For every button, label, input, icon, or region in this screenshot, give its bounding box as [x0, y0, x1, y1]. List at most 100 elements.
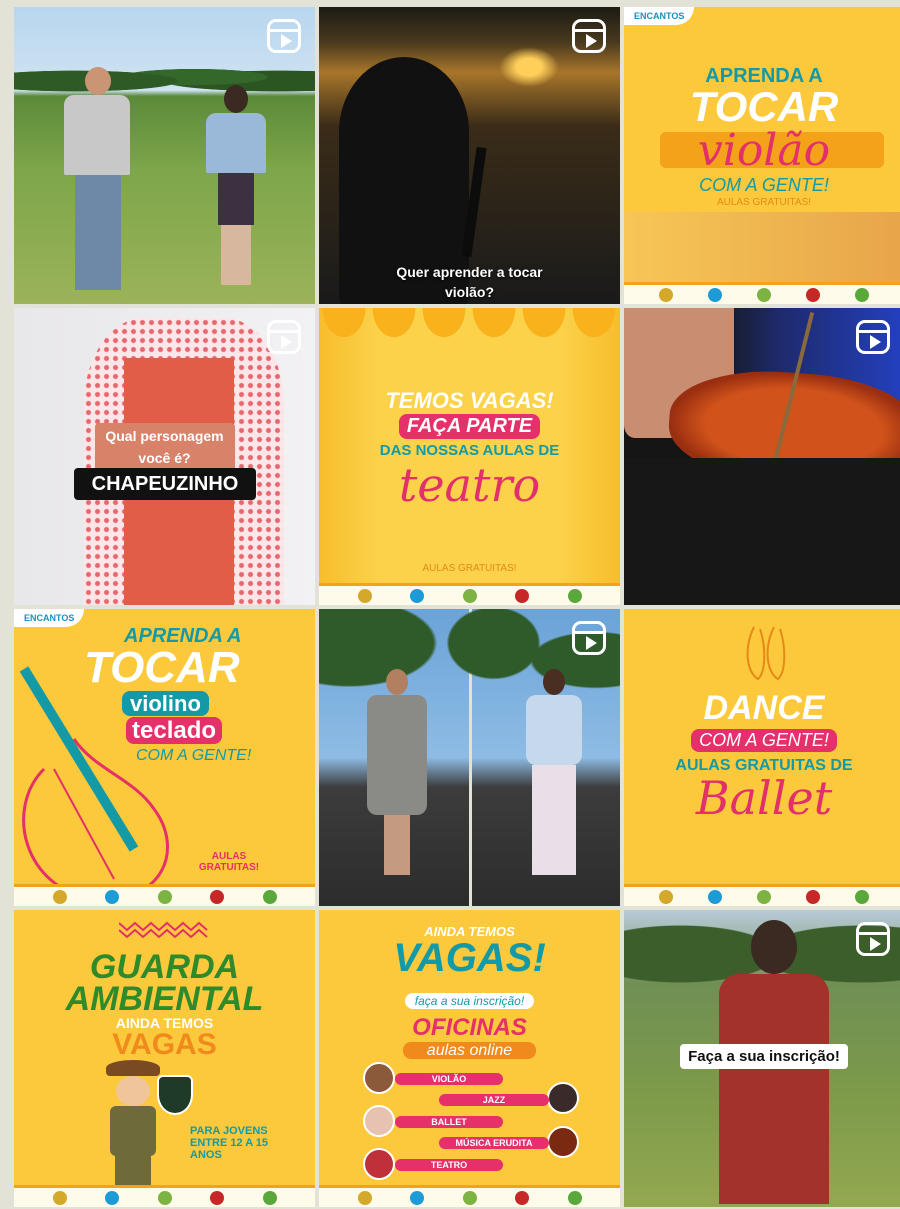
- sponsor-logo: [357, 1190, 372, 1205]
- sponsor-logo: [567, 588, 582, 603]
- reel-tile-sunset-guitar[interactable]: Quer aprender a tocar violão?: [319, 7, 620, 304]
- teatro-photo: [363, 1148, 395, 1180]
- sponsor-logo: [262, 889, 277, 904]
- reel-icon: [267, 19, 301, 53]
- sponsor-logo: [462, 1190, 477, 1205]
- sponsor-logo: [855, 287, 869, 302]
- city-crest-logo: [515, 588, 529, 603]
- reel-tile-violin-player[interactable]: [624, 308, 900, 605]
- city-crest-logo: [210, 1190, 224, 1205]
- ballet-photo: [363, 1105, 395, 1137]
- curtain-top: [319, 308, 620, 342]
- subtitle: COM A GENTE!: [699, 175, 829, 195]
- reel-tile-chapeuzinho[interactable]: Qual personagem você é? CHAPEUZINHO: [14, 308, 315, 605]
- oficina-musica-erudita: MÚSICA ERUDITA: [439, 1137, 549, 1149]
- city-crest-logo: [210, 889, 224, 904]
- boy: [367, 669, 427, 899]
- headline-pill: COM A GENTE!: [624, 729, 900, 752]
- engie-logo: [410, 1190, 424, 1205]
- sponsor-strip: [319, 1185, 620, 1207]
- vagas-title: VAGAS!: [393, 936, 546, 980]
- city-crest-logo: [806, 889, 820, 904]
- sponsor-logo: [52, 889, 67, 904]
- musica-erudita-photo: [547, 1126, 579, 1158]
- post-tile-violao[interactable]: ENCANTOS APRENDA A TOCAR violão COM A GE…: [624, 7, 900, 304]
- person-man: [64, 67, 132, 297]
- sponsor-strip: [319, 583, 620, 605]
- person-woman: [206, 85, 266, 297]
- aulas-online-pill: aulas online: [319, 1042, 620, 1060]
- sponsor-logo: [357, 588, 372, 603]
- reel-icon: [856, 922, 890, 956]
- script-ballet: Ballet: [695, 771, 833, 825]
- post-tile-ballet[interactable]: DANCE COM A GENTE! AULAS GRATUITAS DE Ba…: [624, 609, 900, 906]
- sponsor-strip: [624, 884, 900, 906]
- note: AULAS GRATUITAS!: [422, 563, 517, 574]
- oficina-teatro: TEATRO: [395, 1159, 503, 1171]
- player-shirt: [624, 458, 900, 605]
- ballet-shoes-icon: [746, 626, 786, 681]
- subtitle: COM A GENTE!: [136, 747, 252, 764]
- sun-reflection: [499, 47, 559, 87]
- city-crest-logo: [806, 287, 820, 302]
- title-script: violão: [697, 125, 831, 176]
- reel-tile-inscricao[interactable]: Faça a sua inscrição!: [624, 910, 900, 1207]
- post-tile-violino-teclado[interactable]: ENCANTOS APRENDA A TOCAR violino teclado…: [14, 609, 315, 906]
- sponsor-logo: [262, 1190, 277, 1205]
- sponsor-logo: [157, 1190, 172, 1205]
- sub-headline: DAS NOSSAS AULAS DE: [379, 442, 560, 459]
- zigzag-ornament: [119, 921, 208, 938]
- guard-badge-icon: [157, 1075, 193, 1115]
- engie-logo: [410, 588, 424, 603]
- city-crest-logo: [515, 1190, 529, 1205]
- caption: Faça a sua inscrição!: [624, 1044, 900, 1069]
- sponsor-strip: [14, 1185, 315, 1207]
- caption: Quer aprender a tocar violão?: [396, 264, 543, 300]
- reel-icon: [267, 320, 301, 354]
- oficina-violao: VIOLÃO: [395, 1073, 503, 1085]
- sponsor-logo: [757, 287, 771, 302]
- headline: DANCE: [703, 689, 825, 727]
- reel-icon: [572, 621, 606, 655]
- note: AULAS GRATUITAS!: [198, 851, 260, 873]
- post-tile-teatro[interactable]: TEMOS VAGAS! FAÇA PARTE DAS NOSSAS AULAS…: [319, 308, 620, 605]
- note: AULAS GRATUITAS!: [716, 197, 812, 208]
- oficinas-title: OFICINAS: [412, 1014, 527, 1041]
- encantos-logo: ENCANTOS: [14, 609, 85, 627]
- post-tile-oficinas[interactable]: AINDA TEMOS VAGAS! faça a sua inscrição!…: [319, 910, 620, 1207]
- title-ambiental: AMBIENTAL: [65, 980, 264, 1018]
- guitar-image: [624, 212, 900, 282]
- engie-logo: [708, 889, 722, 904]
- vagas: VAGAS: [112, 1028, 217, 1061]
- sponsor-logo: [757, 889, 771, 904]
- reel-tile-park-couple[interactable]: [14, 7, 315, 304]
- age-note: PARA JOVENS ENTRE 12 A 15 ANOS: [190, 1125, 269, 1161]
- reel-tile-kids-street[interactable]: [319, 609, 620, 906]
- oficina-jazz: JAZZ: [439, 1094, 549, 1106]
- headline-pill: FAÇA PARTE: [319, 414, 620, 439]
- sponsor-logo: [567, 1190, 582, 1205]
- question-caption: Qual personagem você é?: [14, 423, 315, 471]
- script-teatro: teatro: [398, 458, 541, 512]
- sponsor-logo: [659, 889, 673, 904]
- sponsor-logo: [462, 588, 477, 603]
- guard-illustration: [106, 1060, 160, 1190]
- post-tile-guarda-ambiental[interactable]: GUARDA AMBIENTAL AINDA TEMOS VAGAS PARA …: [14, 910, 315, 1207]
- reels-grid: Quer aprender a tocar violão? ENCANTOS A…: [14, 7, 900, 1209]
- sponsor-logo: [157, 889, 172, 904]
- reel-icon: [856, 320, 890, 354]
- encantos-logo: ENCANTOS: [624, 7, 695, 25]
- sponsor-strip: [14, 884, 315, 906]
- sponsor-logo: [855, 889, 869, 904]
- headline: TEMOS VAGAS!: [385, 388, 554, 413]
- pill-violino: violino: [122, 691, 209, 717]
- trees: [14, 57, 315, 97]
- engie-logo: [105, 889, 119, 904]
- title-line2: TOCAR: [84, 643, 240, 692]
- violao-photo: [363, 1062, 395, 1094]
- reel-icon: [572, 19, 606, 53]
- jazz-photo: [547, 1082, 579, 1114]
- engie-logo: [708, 287, 722, 302]
- sponsor-logo: [52, 1190, 67, 1205]
- sponsor-logo: [659, 287, 673, 302]
